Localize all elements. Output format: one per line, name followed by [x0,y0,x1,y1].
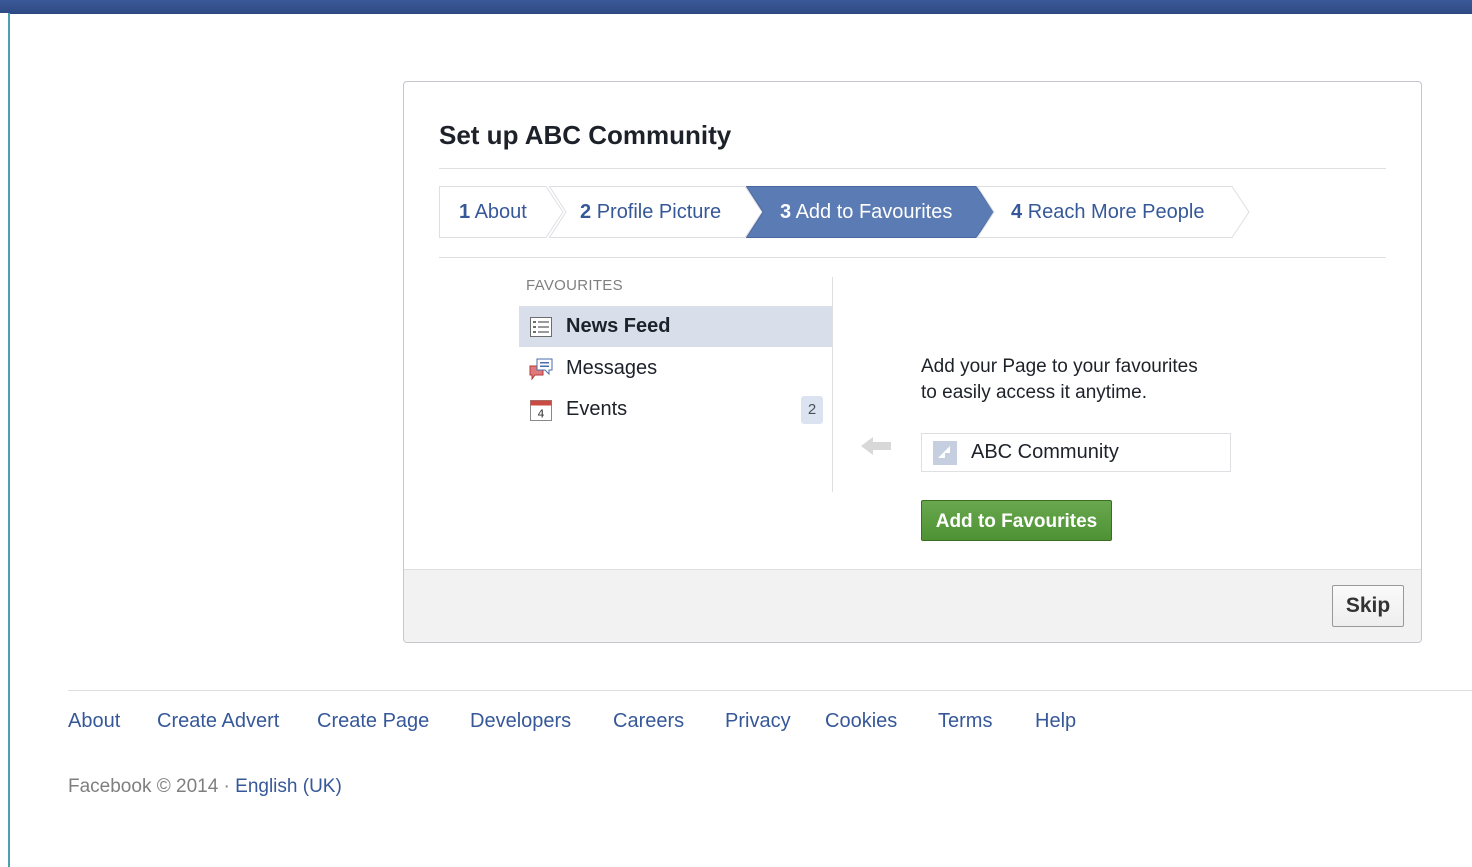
footer-link-help[interactable]: Help [1035,710,1076,733]
step-about[interactable]: 1 About [439,186,564,238]
arrow-left-icon [861,437,891,455]
dialog-title: Set up ABC Community [439,120,732,150]
favourites-preview: FAVOURITES News Feed Messages 4 Events 2 [519,277,833,492]
copyright-text: Facebook © 2014 · [68,776,230,797]
calendar-icon: 4 [530,400,552,421]
footer-link-about[interactable]: About [68,710,120,733]
favourite-item-news-feed[interactable]: News Feed [519,306,832,347]
events-count-badge: 2 [801,396,823,424]
footer-link-create-page[interactable]: Create Page [317,710,429,733]
favourite-item-events[interactable]: 4 Events 2 [519,389,832,430]
step-profile-picture-label: Profile Picture [596,201,722,223]
step-reach-more-people-label: Reach More People [1027,201,1205,223]
calendar-day: 4 [538,408,545,421]
messages-icon [529,358,553,381]
language-link[interactable]: English (UK) [235,776,342,797]
description-line-2: to easily access it anytime. [921,382,1147,403]
description-line-1: Add your Page to your favourites [921,356,1198,377]
footer-link-privacy[interactable]: Privacy [725,710,791,733]
step-add-to-favourites-number: 3 [780,201,792,223]
step-reach-more-people[interactable]: 4 Reach More People [977,186,1252,238]
setup-dialog: Set up ABC Community 1 About 2 Profile P… [403,81,1422,643]
top-blue-bar [0,0,1472,14]
page-preview: ABC Community [921,433,1231,472]
footer-link-terms[interactable]: Terms [938,710,992,733]
footer-link-developers[interactable]: Developers [470,710,571,733]
step-add-to-favourites-label: Add to Favourites [795,201,953,223]
news-feed-icon [530,317,552,337]
title-divider [439,168,1386,169]
favourites-header: FAVOURITES [526,277,623,294]
window-left-edge [0,13,10,867]
dialog-footer: Skip [404,569,1421,642]
footer-link-create-advert[interactable]: Create Advert [157,710,279,733]
favourite-item-label: Messages [566,357,658,379]
footer-link-careers[interactable]: Careers [613,710,684,733]
footer-link-cookies[interactable]: Cookies [825,710,897,733]
favourite-item-messages[interactable]: Messages [519,348,832,389]
copyright: Facebook © 2014 · English (UK) [68,776,342,798]
step-reach-more-people-number: 4 [1011,201,1023,223]
favourites-description: Add your Page to your favourites to easi… [921,354,1251,406]
favourite-item-label: Events [566,398,628,420]
favourite-item-label: News Feed [566,315,671,337]
step-add-to-favourites[interactable]: 3 Add to Favourites [746,186,996,238]
step-about-label: About [474,201,527,223]
add-to-favourites-button[interactable]: Add to Favourites [921,500,1112,541]
page-name: ABC Community [971,441,1119,463]
steps-divider [439,257,1386,258]
page-icon [933,441,957,465]
footer-divider [68,690,1472,691]
step-profile-picture[interactable]: 2 Profile Picture [549,186,764,238]
step-about-number: 1 [459,201,471,223]
step-profile-picture-number: 2 [580,201,592,223]
skip-button[interactable]: Skip [1332,585,1404,627]
